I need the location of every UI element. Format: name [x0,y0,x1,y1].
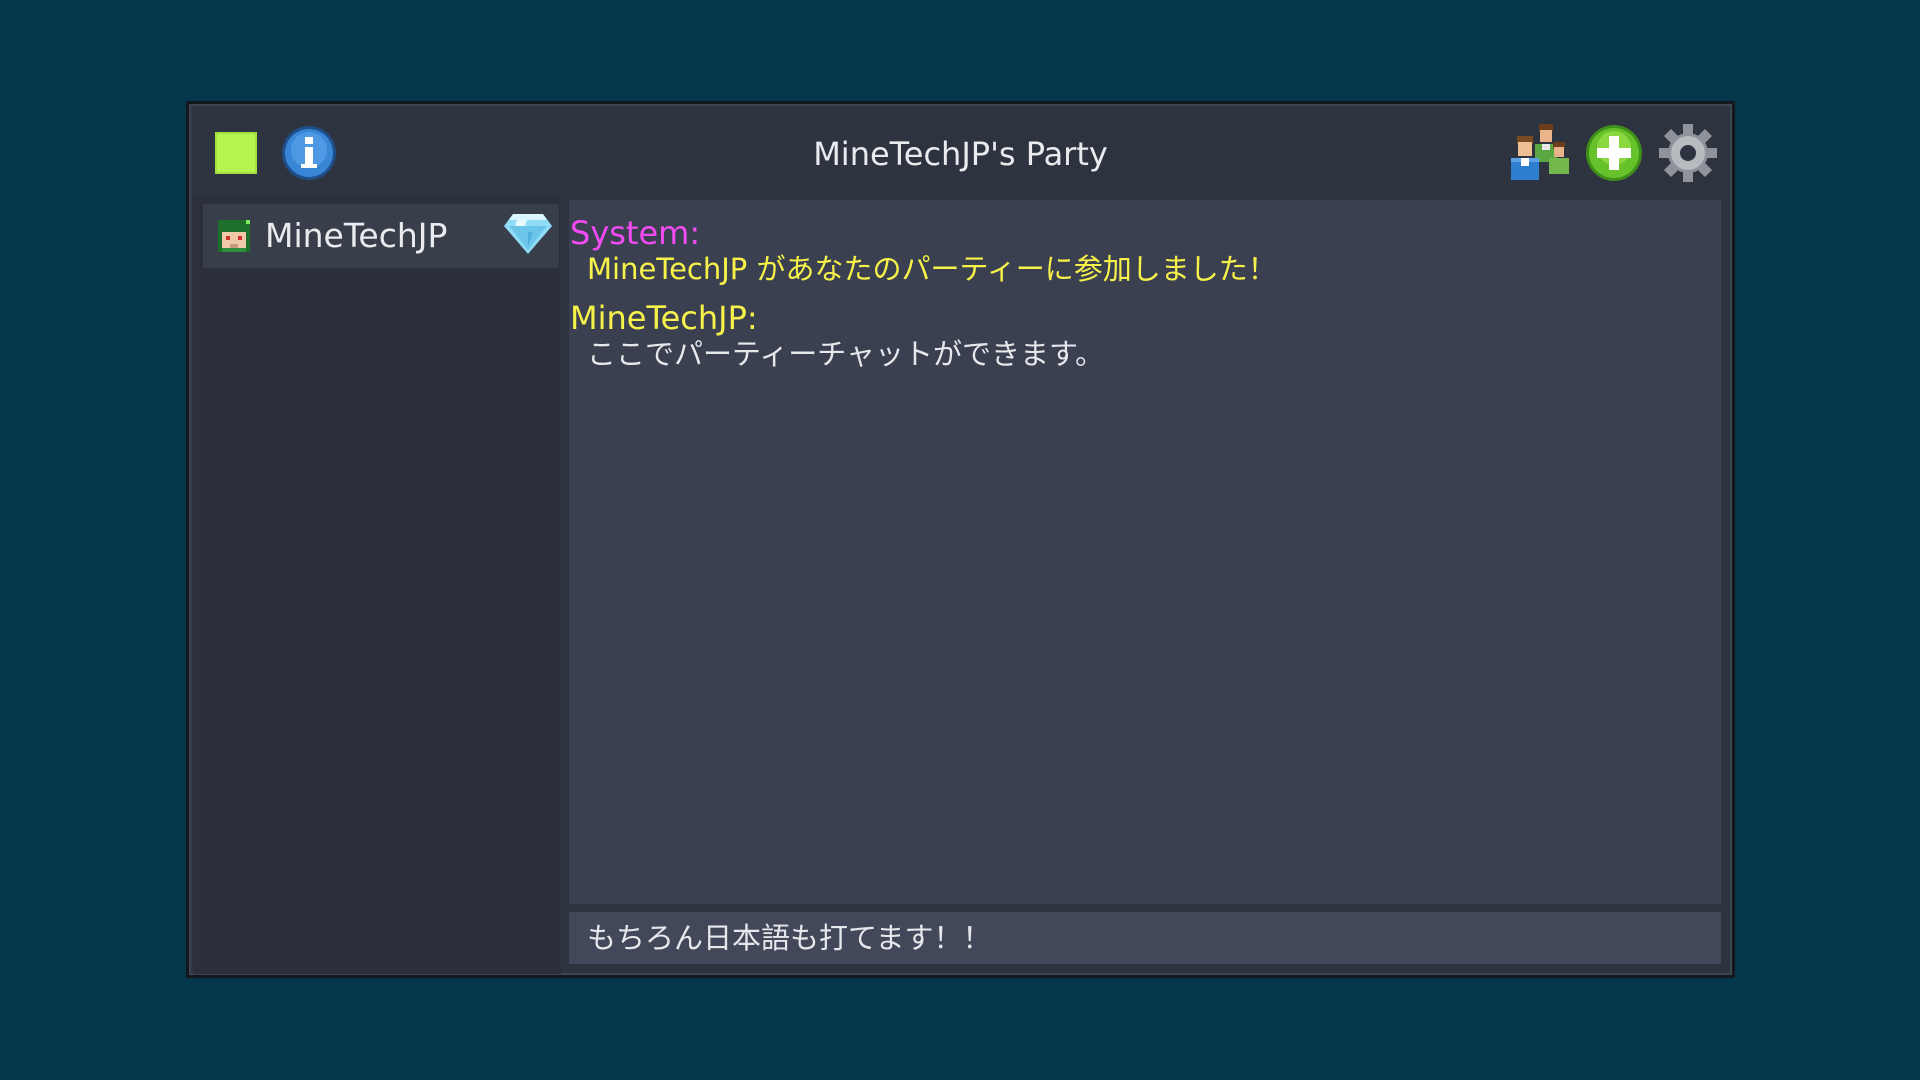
chat-message: MineTechJP: ここでパーティーチャットができます。 [569,299,1721,371]
message-text: MineTechJP があなたのパーティーに参加しました！ [587,252,1277,286]
party-members-button[interactable] [1509,122,1571,184]
chat-message: System: MineTechJP があなたのパーティーに参加しました！ [569,214,1721,286]
member-name: MineTechJP [265,216,448,255]
message-sender: MineTechJP: [570,299,758,337]
party-members-icon [1511,124,1569,180]
window-title: MineTechJP's Party [813,135,1108,173]
gear-icon [1659,124,1717,182]
add-icon [1586,125,1642,181]
member-row[interactable]: MineTechJP [203,204,559,268]
message-text: ここでパーティーチャットができます。 [587,337,1105,371]
chat-input-text: もちろん日本語も打てます！！ [587,921,992,955]
party-window: MineTechJP's Party MineTechJP System: Mi… [186,101,1735,978]
add-member-button[interactable] [1583,122,1645,184]
message-sender: System: [570,214,701,252]
player-head-avatar [218,220,250,252]
member-list: MineTechJP [193,196,561,974]
settings-button[interactable] [1657,122,1719,184]
chat-log: System: MineTechJP があなたのパーティーに参加しました！ Mi… [569,200,1721,904]
diamond-icon [504,214,552,254]
title-bar: MineTechJP's Party [189,104,1732,196]
chat-input[interactable]: もちろん日本語も打てます！！ [569,912,1721,964]
